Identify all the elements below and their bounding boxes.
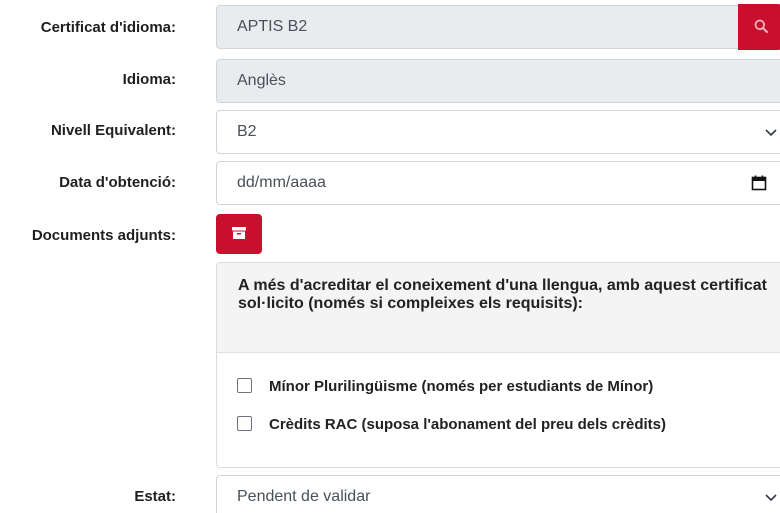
option-label: Crèdits RAC (suposa l'abonament del preu…	[269, 416, 666, 433]
attach-documents-button[interactable]	[216, 214, 262, 254]
language-field: Anglès	[216, 59, 780, 103]
option-label: Mínor Plurilingüisme (només per estudian…	[269, 378, 654, 395]
status-label: Estat:	[134, 488, 176, 505]
calendar-icon[interactable]	[751, 175, 767, 191]
date-label: Data d'obtenció:	[59, 174, 176, 191]
option-minor-plurilinguisme[interactable]: Mínor Plurilingüisme (només per estudian…	[237, 378, 653, 396]
date-input[interactable]: dd/mm/aaaa	[216, 161, 780, 205]
archive-icon	[232, 227, 246, 239]
certificate-search-button[interactable]	[738, 4, 780, 50]
certificate-form: Certificat d'idioma: APTIS B2 Idioma: An…	[0, 0, 780, 513]
panel-heading: A més d'acreditar el coneixement d'una l…	[217, 263, 780, 353]
status-select[interactable]: Pendent de validar	[216, 475, 780, 513]
chevron-down-icon	[765, 129, 777, 137]
chevron-down-icon	[765, 494, 777, 502]
certificate-field[interactable]: APTIS B2	[216, 5, 740, 49]
search-icon	[754, 19, 768, 33]
level-label: Nivell Equivalent:	[50, 122, 176, 139]
option-credits-rac[interactable]: Crèdits RAC (suposa l'abonament del preu…	[237, 416, 666, 434]
language-label: Idioma:	[122, 71, 176, 88]
minor-checkbox[interactable]	[237, 378, 252, 393]
rac-checkbox[interactable]	[237, 416, 252, 431]
level-select[interactable]: B2	[216, 110, 780, 154]
documents-label: Documents adjunts:	[31, 227, 176, 244]
certificate-label: Certificat d'idioma:	[40, 19, 176, 36]
extra-request-panel: A més d'acreditar el coneixement d'una l…	[216, 262, 780, 468]
